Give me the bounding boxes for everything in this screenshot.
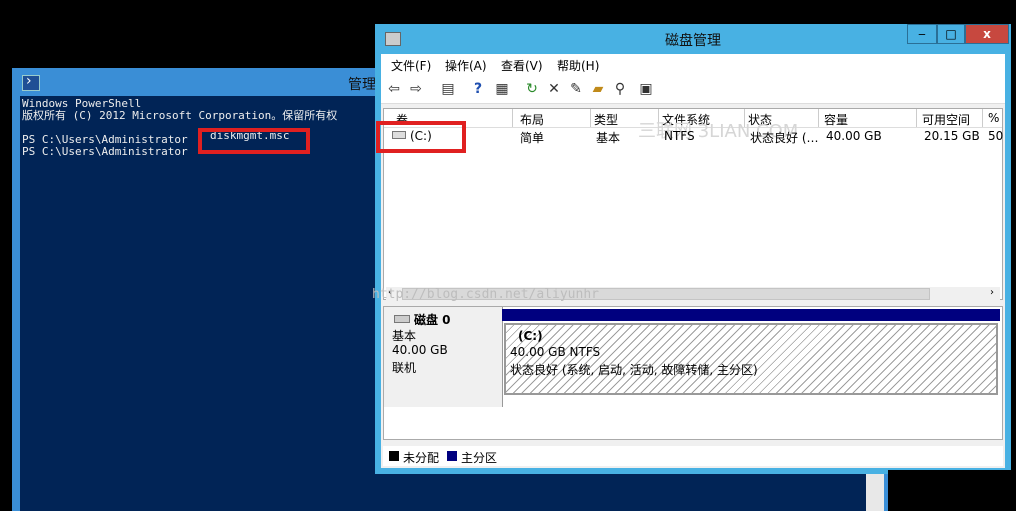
disk-drive-icon [394,315,410,323]
disk-management-client: 文件(F) 操作(A) 查看(V) 帮助(H) ⇦ ⇨ ▤ ? ▦ ↻ ✕ ✎ … [372,54,1005,468]
partition-status: 状态良好 (系统, 启动, 活动, 故障转储, 主分区) [510,363,758,377]
legend-label-primary: 主分区 [461,451,498,465]
partition-size: 40.00 GB NTFS [510,345,601,359]
maximize-button[interactable]: □ [937,24,965,44]
disk-size: 40.00 GB [392,343,448,357]
url-watermark: http://blog.csdn.net/aliyunhr [372,287,599,302]
forward-icon[interactable]: ⇨ [407,80,425,98]
disk-icon[interactable]: ▣ [637,80,655,98]
menu-file[interactable]: 文件(F) [391,57,431,74]
properties-icon[interactable]: ▦ [493,80,511,98]
menu-action[interactable]: 操作(A) [445,57,487,74]
volume-type: 基本 [596,131,621,145]
partition-header-bar [502,309,1000,321]
refresh-icon[interactable]: ↻ [523,80,541,98]
desktop-background [888,470,1016,511]
scroll-right-icon[interactable]: › [990,287,994,298]
command-highlight-box [198,128,310,154]
disk-management-window: 磁盘管理 ‒ □ x 文件(F) 操作(A) 查看(V) 帮助(H) ⇦ ⇨ ▤… [372,24,1011,474]
search-icon[interactable]: ⚲ [611,80,629,98]
partition-details: (C:) 40.00 GB NTFS 状态良好 (系统, 启动, 活动, 故障转… [508,327,994,391]
disk-management-titlebar[interactable]: 磁盘管理 ‒ □ x [375,24,1011,54]
disk-type: 基本 [392,329,417,343]
volume-layout: 简单 [520,131,545,145]
disk-map-panel: 磁盘 0 基本 40.00 GB 联机 (C:) 40.00 GB NTFS 状… [383,306,1003,440]
volume-highlight-box [376,121,466,153]
volume-filesystem: NTFS [664,129,695,143]
toolbar: ⇦ ⇨ ▤ ? ▦ ↻ ✕ ✎ ▰ ⚲ ▣ [381,74,1005,104]
help-icon[interactable]: ? [469,80,487,98]
powershell-title: 管理 [348,77,376,93]
menu-bar: 文件(F) 操作(A) 查看(V) 帮助(H) [381,54,1005,74]
disk-info[interactable]: 磁盘 0 基本 40.00 GB 联机 [384,307,503,407]
legend: 未分配 主分区 [383,446,1003,466]
volume-status: 状态良好 (… [750,131,819,145]
volume-capacity: 40.00 GB [826,129,882,143]
volume-list-panel: 卷 布局 类型 文件系统 状态 容量 可用空间 % 三联网 3LIAN.COM … [372,108,1004,302]
disk-name: 磁盘 0 [414,313,451,327]
menu-view[interactable]: 查看(V) [501,57,543,74]
delete-icon[interactable]: ✕ [545,80,563,98]
console-line: PS C:\Users\Administrator [22,145,188,158]
settings-icon[interactable]: ✎ [567,80,585,98]
console-line: 版权所有 (C) 2012 Microsoft Corporation。保留所有… [22,109,338,122]
table-row[interactable]: (C:) 简单 基本 NTFS 状态良好 (… 40.00 GB 20.15 G… [384,109,1004,149]
minimize-button[interactable]: ‒ [907,24,937,44]
powershell-icon [22,73,40,91]
legend-swatch-primary [447,451,457,461]
back-icon[interactable]: ⇦ [385,80,403,98]
disk-state: 联机 [392,361,417,375]
volume-free: 20.15 GB [924,129,980,143]
close-button[interactable]: x [965,24,1009,44]
list-icon[interactable]: ▤ [439,80,457,98]
menu-help[interactable]: 帮助(H) [557,57,599,74]
open-icon[interactable]: ▰ [589,80,607,98]
partition-c[interactable]: (C:) 40.00 GB NTFS 状态良好 (系统, 启动, 活动, 故障转… [504,323,998,395]
partition-label: (C:) [518,329,543,343]
volume-percent: 50 [988,129,1004,143]
legend-swatch-unallocated [389,451,399,461]
legend-label-unallocated: 未分配 [403,451,440,465]
